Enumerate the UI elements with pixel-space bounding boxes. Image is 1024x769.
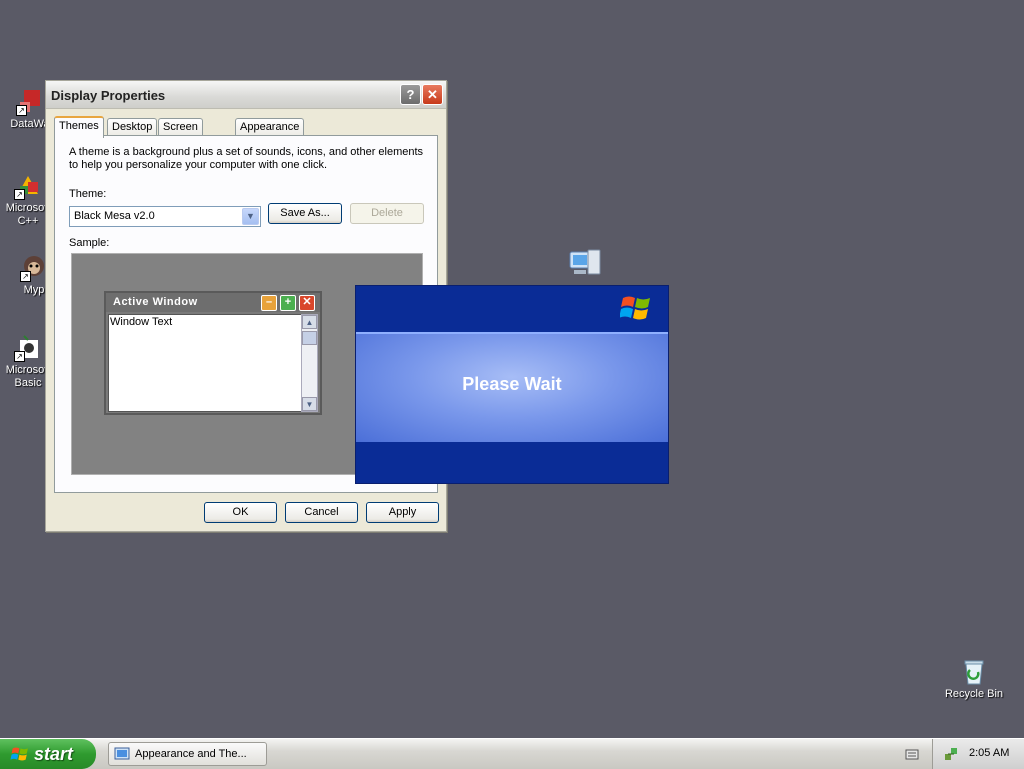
tab-screen-saver[interactable]: Screen Saver: [158, 118, 203, 150]
clock[interactable]: 2:05 AM: [969, 747, 1009, 759]
taskbar: start Appearance and The... 2:05 AM: [0, 738, 1024, 769]
cancel-button[interactable]: Cancel: [285, 502, 358, 523]
taskbar-item-label: Appearance and The...: [135, 748, 247, 760]
shortcut-arrow-icon: ↗: [14, 189, 25, 200]
sample-window-client: Window Text: [108, 314, 304, 412]
scroll-thumb: [302, 331, 317, 345]
delete-button[interactable]: Delete: [350, 203, 424, 224]
network-icon[interactable]: [943, 746, 959, 762]
shortcut-arrow-icon: ↗: [20, 271, 31, 282]
scroll-down-icon: ▼: [302, 397, 317, 411]
tab-appearance[interactable]: Appearance: [235, 118, 305, 136]
ok-button[interactable]: OK: [204, 502, 277, 523]
sample-window-text: Window Text: [110, 316, 173, 328]
theme-label: Theme:: [69, 188, 107, 200]
close-icon: ✕: [427, 87, 438, 102]
sample-title-bar: Active Window – + ✕: [106, 293, 320, 312]
theme-dropdown[interactable]: Black Mesa v2.0 ▼: [69, 206, 261, 227]
save-as-button[interactable]: Save As...: [268, 203, 342, 224]
control-panel-icon: [114, 747, 130, 760]
theme-dropdown-value: Black Mesa v2.0: [74, 210, 155, 222]
windows-logo-icon: [10, 747, 28, 761]
question-icon: ?: [406, 87, 415, 102]
close-button[interactable]: ✕: [422, 84, 443, 105]
start-button[interactable]: start: [0, 739, 96, 769]
tab-themes[interactable]: Themes: [54, 116, 104, 138]
minimize-icon: –: [261, 295, 277, 311]
shortcut-arrow-icon: ↗: [16, 105, 27, 116]
monkey-icon: ↗: [20, 254, 48, 282]
window-title: Display Properties: [51, 88, 166, 103]
splash-bottom-band: [356, 442, 668, 483]
desktop-icon-recycle-bin[interactable]: Recycle Bin: [944, 658, 1004, 701]
apply-button[interactable]: Apply: [366, 502, 439, 523]
close-icon: ✕: [299, 295, 315, 311]
keyboard-icon[interactable]: [905, 747, 919, 761]
theme-description-line1: A theme is a background plus a set of so…: [69, 146, 424, 158]
please-wait-dialog: Please Wait: [355, 285, 669, 484]
help-button[interactable]: ?: [400, 84, 421, 105]
please-wait-message: Please Wait: [462, 374, 562, 394]
tab-desktop[interactable]: Desktop: [107, 118, 158, 136]
sample-label: Sample:: [69, 237, 110, 249]
visual-basic-icon: ↗: [14, 334, 42, 362]
datawa-app-icon: ↗: [16, 88, 44, 116]
windows-logo-icon: [620, 296, 650, 320]
system-tray: 2:05 AM: [932, 739, 1024, 769]
maximize-icon: +: [280, 295, 296, 311]
taskbar-item-appearance[interactable]: Appearance and The...: [108, 742, 267, 766]
title-bar[interactable]: Display Properties ? ✕: [46, 81, 446, 109]
sample-window-title: Active Window: [113, 296, 198, 308]
shortcut-arrow-icon: ↗: [14, 351, 25, 362]
recycle-bin-icon: [960, 658, 988, 686]
sample-scrollbar: ▲ ▼: [301, 314, 318, 412]
theme-description-line2: to help you personalize your computer wi…: [69, 159, 328, 171]
visual-cpp-icon: ↗: [14, 172, 42, 200]
sample-active-window: Active Window – + ✕ Window Text ▲ ▼: [104, 291, 322, 415]
scroll-up-icon: ▲: [302, 315, 317, 329]
start-label: start: [34, 744, 74, 764]
desktop-icon-label: Recycle Bin: [944, 688, 1004, 700]
computer-icon[interactable]: [568, 248, 602, 280]
chevron-down-icon[interactable]: ▼: [242, 208, 259, 225]
